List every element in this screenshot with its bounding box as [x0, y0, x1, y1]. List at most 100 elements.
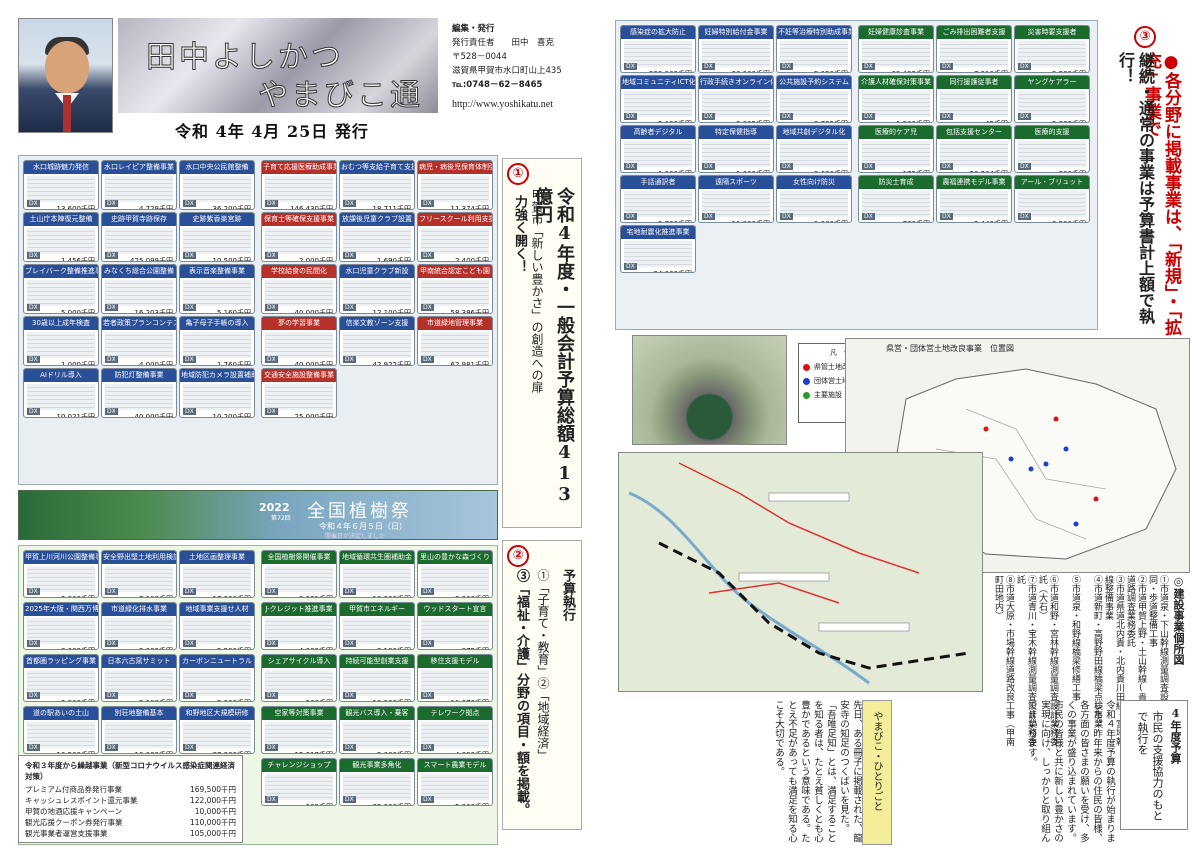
program-name: 保育士等確保支援事業 [262, 213, 336, 226]
program-name: 地域循環共生圏補助金 [340, 551, 414, 564]
newsletter-banner: 田中よしかつ やまびこ通信 [118, 18, 438, 113]
program-description [421, 280, 489, 306]
dx-badge: DX [27, 304, 40, 311]
program-description [183, 176, 251, 202]
dx-badge: DX [105, 304, 118, 311]
program-card: 移住支援モデル11,676千円DX [417, 654, 493, 702]
legend-dot-icon [803, 363, 810, 371]
diary-text: 先日、ある冊子に掲載された、龍安寺の知足のつくばいを見た。「吾唯足知」とは、満足… [773, 700, 862, 843]
section-3-headline: ③ ●各分野に掲載事業は、「新規」・「拡充」事業で 継続・通常の事業は予算書計上… [1100, 22, 1185, 352]
program-description [27, 228, 95, 254]
program-description [27, 176, 95, 202]
program-name: 災害時要支援者 [1015, 26, 1089, 39]
dx-badge: DX [862, 163, 875, 170]
program-name: 地域コミュニティICT化推進 [621, 76, 695, 89]
program-card: 包括支援センター28,294千円DX [936, 125, 1012, 173]
dx-badge: DX [183, 588, 196, 595]
dx-badge: DX [105, 640, 118, 647]
section-2-line3: ③「福祉・介護」分野の項目・額を掲載。 [514, 569, 529, 816]
program-card: 別荘地整備基本10,000千円DX [101, 706, 177, 754]
program-card: 市道緑地管理事業 62,981千円 DX [417, 316, 493, 366]
section-1-sub2: 力強く開く！ [512, 195, 527, 273]
program-card: 亀子母子手帳の導入 1,760千円 DX [179, 316, 255, 366]
program-card: 介護人材確保対策事業1,200千円DX [858, 75, 934, 123]
dx-badge: DX [624, 213, 637, 220]
program-card: 同行援護従事者45千円DX [936, 75, 1012, 123]
budget-title-box: 4年度予算 市民の支援協力のもとで執行を [1120, 700, 1188, 830]
program-name: 持続可能型創業支援 [340, 655, 414, 668]
dx-badge: DX [624, 163, 637, 170]
program-card: 妊婦特別給付金事業60,000千円DX [698, 25, 774, 73]
budget-column: 令和４年度予算の執行が始まりました。昨年来からの住民の皆様、各方面の皆さまの願い… [896, 700, 1116, 845]
program-card: 土地区画整理事業17,000千円DX [179, 550, 255, 598]
budget-box-title: 4年度予算 [1169, 707, 1182, 764]
program-name: 観光バス導入・乗客 [340, 707, 414, 720]
program-description [183, 280, 251, 306]
dx-badge: DX [940, 113, 953, 120]
program-name: 2025年大阪・関西万博 [24, 603, 98, 616]
dx-badge: DX [862, 213, 875, 220]
program-description [105, 176, 173, 202]
legend-label: 主要施設 [814, 391, 842, 399]
dx-badge: DX [343, 356, 356, 363]
legend-dot-icon [803, 391, 810, 399]
program-card: 史跡甲賀寺跡保存 425,099千円 DX [101, 212, 177, 262]
program-name: みなくち総合公園整備 [102, 265, 176, 278]
program-card: 市道緑化排水事業2,000千円DX [101, 602, 177, 650]
program-name: 道の駅あいの土山 [24, 707, 98, 720]
program-card: 和野地区大規模研修87,300千円DX [179, 706, 255, 754]
publisher-url[interactable]: http://www.yoshikatu.net [452, 98, 580, 112]
program-card: 地域コミュニティICT化推進5,000千円DX [620, 75, 696, 123]
program-card: 放課後児童クラブ設置 1,690千円 DX [339, 212, 415, 262]
construction-site-map [618, 452, 983, 692]
dx-badge: DX [624, 63, 637, 70]
program-card: 水口中央公民館整備 36,200千円 DX [179, 160, 255, 210]
program-card: 不妊等治療特別助成事業5,050千円DX [776, 25, 852, 73]
program-name: 防犯灯整備事業 [102, 369, 176, 382]
program-name: 亀子母子手帳の導入 [180, 317, 254, 330]
dx-badge: DX [343, 640, 356, 647]
program-name: 同行援護従事者 [937, 76, 1011, 89]
dx-badge: DX [421, 744, 434, 751]
program-name: 土山庁本陣復元整備 [24, 213, 98, 226]
program-card: 高齢者デジタル1,300千円DX [620, 125, 696, 173]
tsukubai-photo [632, 335, 787, 445]
section-2-line2: ①「子育て・教育」②「地域経済」 [536, 569, 550, 761]
program-name: 行政手続きオンライン化 [699, 76, 773, 89]
dx-badge: DX [105, 408, 118, 415]
program-name: 水口レイピア整備事業 [102, 161, 176, 174]
program-name: 和野地区大規模研修 [180, 707, 254, 720]
program-card: みなくち総合公園整備 16,203千円 DX [101, 264, 177, 314]
covid-item-amount: 105,000千円 [189, 829, 236, 838]
program-card: 医療的支援300千円DX [1014, 125, 1090, 173]
program-name: シェアサイクル導入 [262, 655, 336, 668]
program-card: 甲南統合認定こども園 58,386千円 DX [417, 264, 493, 314]
program-name: 遠隔スポーツ [699, 176, 773, 189]
program-name: 包括支援センター [937, 126, 1011, 139]
dx-badge: DX [421, 692, 434, 699]
program-card: 甲賀市エネルギー3,100千円DX [339, 602, 415, 650]
covid-item: プレミアム付商品券発行事業 169,500千円 [25, 784, 236, 795]
program-name: 宅地耐震化推進事業 [621, 226, 695, 239]
dx-badge: DX [421, 252, 434, 259]
program-name: 信楽文教ゾーン支援 [340, 317, 414, 330]
program-card: シェアサイクル導入560千円DX [261, 654, 337, 702]
program-name: J-クレジット推進事業 [262, 603, 336, 616]
covid-item-amount: 169,500千円 [189, 785, 236, 794]
program-name: 水口中央公民館整備 [180, 161, 254, 174]
dx-badge: DX [1018, 63, 1031, 70]
program-card: 史跡紫香楽宮跡 10,500千円 DX [179, 212, 255, 262]
dx-badge: DX [343, 796, 356, 803]
program-name: 甲賀上川河川公園整備事業 [24, 551, 98, 564]
dx-badge: DX [105, 356, 118, 363]
program-card: 子育て応援医療助成事業 146,430千円 DX [261, 160, 337, 210]
program-name: 市道緑地管理事業 [418, 317, 492, 330]
education-programs-panel: 水口城跡魅力発信 13,600千円 DX 水口レイピア整備事業 4,729千円 DX 水口中… [18, 155, 498, 485]
dx-badge: DX [183, 304, 196, 311]
program-description [105, 332, 173, 358]
program-card: 防犯灯整備事業 40,000千円 DX [101, 368, 177, 418]
program-card: アール・ブリュット3,500千円DX [1014, 175, 1090, 223]
program-name: ごみ排出困難者支援 [937, 26, 1011, 39]
program-name: 表示音楽整備事業 [180, 265, 254, 278]
program-card: 農福連携モデル事業2,440千円DX [936, 175, 1012, 223]
